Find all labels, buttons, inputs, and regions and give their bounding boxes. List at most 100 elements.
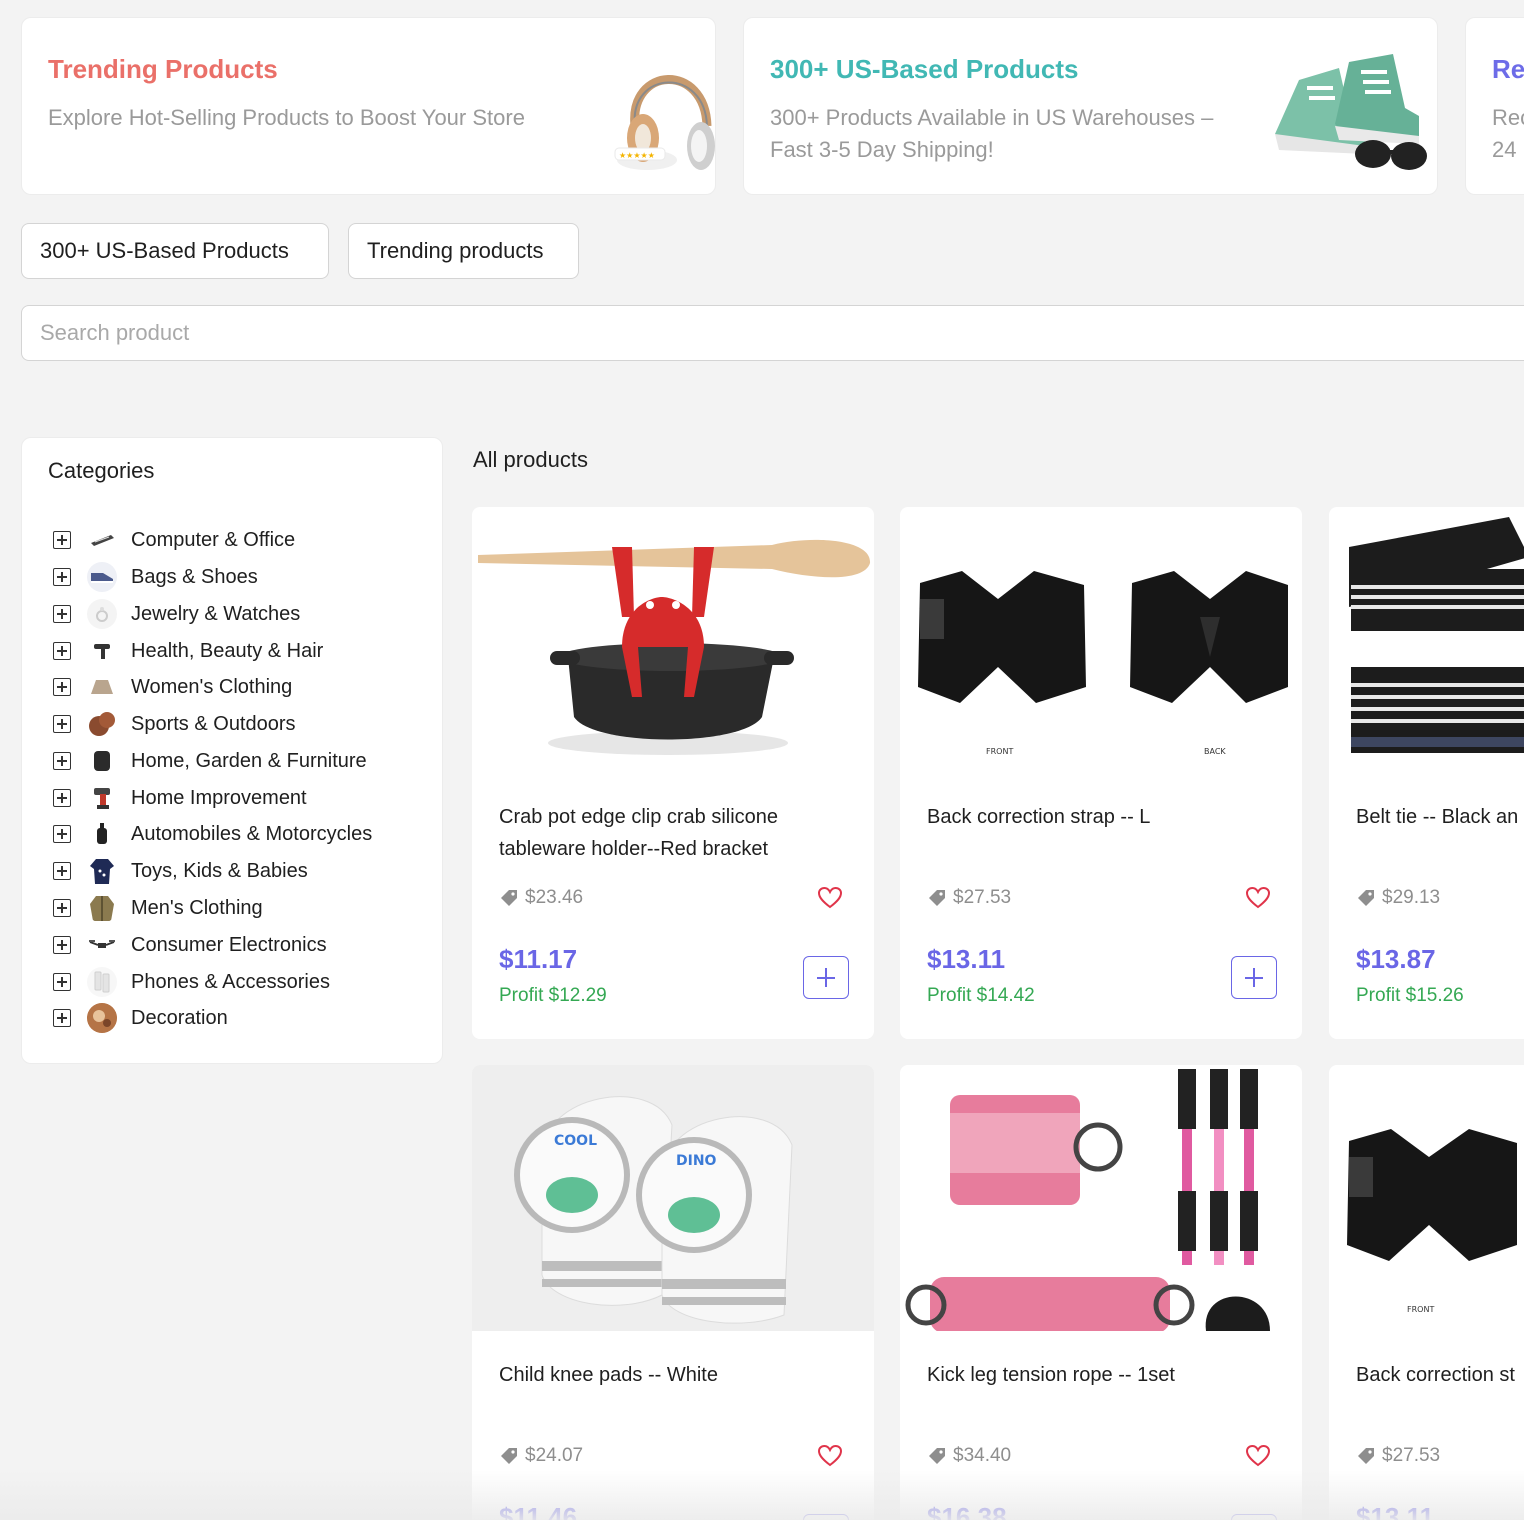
product-image[interactable] xyxy=(472,507,874,773)
product-name-line: Kick leg tension rope -- 1set xyxy=(927,1364,1175,1386)
product-image[interactable]: COOL DINO xyxy=(472,1065,874,1331)
search-input[interactable] xyxy=(21,305,1524,361)
category-jewelry-watches[interactable]: Jewelry & Watches xyxy=(53,599,423,629)
product-name-line: Back correction st xyxy=(1356,1364,1515,1386)
product-name[interactable]: Crab pot edge clip crab silicone tablewa… xyxy=(499,801,829,865)
category-label: Home Improvement xyxy=(131,786,307,809)
category-sports-outdoors[interactable]: Sports & Outdoors xyxy=(53,709,423,739)
heart-icon[interactable] xyxy=(1246,887,1270,909)
price-tag-icon xyxy=(501,890,517,906)
original-price: $27.53 xyxy=(927,887,1011,909)
heart-icon[interactable] xyxy=(818,887,842,909)
expand-icon[interactable] xyxy=(53,936,71,954)
expand-icon[interactable] xyxy=(53,752,71,770)
add-product-button[interactable] xyxy=(1231,1514,1277,1520)
category-label: Women's Clothing xyxy=(131,675,293,698)
product-name[interactable]: Back correction strap -- L xyxy=(927,801,1257,833)
expand-icon[interactable] xyxy=(53,862,71,880)
product-card[interactable]: COOL DINO Child knee pads -- White $24.0… xyxy=(472,1065,874,1520)
expand-icon[interactable] xyxy=(53,568,71,586)
banner-description-line: Rec xyxy=(1492,105,1524,130)
sale-price: $11.17 xyxy=(499,944,578,974)
sale-price: $11.46 xyxy=(499,1502,578,1520)
banner-description: 300+ Products Available in US Warehouses… xyxy=(770,105,1214,162)
product-name[interactable]: Back correction st xyxy=(1356,1359,1524,1391)
heart-icon[interactable] xyxy=(1246,1445,1270,1467)
categories-panel: Categories Computer & Office Bags & Shoe… xyxy=(21,437,443,1064)
category-phones-accessories[interactable]: Phones & Accessories xyxy=(53,967,423,997)
expand-icon[interactable] xyxy=(53,825,71,843)
banner-description: Explore Hot-Selling Products to Boost Yo… xyxy=(48,105,525,130)
filter-us-based-chip[interactable]: 300+ US-Based Products xyxy=(21,223,329,279)
expand-icon[interactable] xyxy=(53,642,71,660)
dino-label: DINO xyxy=(676,1153,717,1169)
category-label: Bags & Shoes xyxy=(131,565,258,588)
category-label: Decoration xyxy=(131,1006,228,1029)
product-name[interactable]: Belt tie -- Black an xyxy=(1356,801,1524,833)
sneakers-icon xyxy=(1275,54,1427,170)
expand-icon[interactable] xyxy=(53,678,71,696)
expand-icon[interactable] xyxy=(53,899,71,917)
price-tag-icon xyxy=(1358,890,1374,906)
price-tag-icon xyxy=(929,890,945,906)
svg-text:★★★★★: ★★★★★ xyxy=(619,151,655,160)
category-toys-kids-babies[interactable]: Toys, Kids & Babies xyxy=(53,856,423,886)
product-card[interactable]: Kick leg tension rope -- 1set $34.40 $16… xyxy=(900,1065,1302,1520)
category-computer-office[interactable]: Computer & Office xyxy=(53,525,423,555)
price-tag-icon xyxy=(1358,1448,1374,1464)
product-card[interactable]: FRONT BACK Back correction strap -- L $2… xyxy=(900,507,1302,1039)
us-based-banner[interactable]: 300+ US-Based Products 300+ Products Ava… xyxy=(743,17,1438,195)
category-bags-shoes[interactable]: Bags & Shoes xyxy=(53,562,423,592)
product-image[interactable]: FRONT xyxy=(1329,1065,1524,1331)
belt-tie-image xyxy=(1349,517,1524,753)
add-product-button[interactable] xyxy=(803,1514,849,1520)
category-label: Sports & Outdoors xyxy=(131,712,296,735)
product-name[interactable]: Kick leg tension rope -- 1set xyxy=(927,1359,1257,1391)
product-name[interactable]: Child knee pads -- White xyxy=(499,1359,829,1391)
page: Trending Products Explore Hot-Selling Pr… xyxy=(0,0,1524,1520)
add-product-button[interactable] xyxy=(1231,956,1277,999)
original-price: $34.40 xyxy=(927,1445,1011,1467)
banner-title: Re xyxy=(1492,54,1524,84)
category-label: Home, Garden & Furniture xyxy=(131,749,367,772)
category-health-beauty-hair[interactable]: Health, Beauty & Hair xyxy=(53,636,423,666)
filter-trending-chip[interactable]: Trending products xyxy=(348,223,579,279)
skirt-icon xyxy=(87,672,117,702)
back-label: BACK xyxy=(1204,747,1226,756)
expand-icon[interactable] xyxy=(53,531,71,549)
category-home-improvement[interactable]: Home Improvement xyxy=(53,783,423,813)
expand-icon[interactable] xyxy=(53,789,71,807)
category-consumer-electronics[interactable]: Consumer Electronics xyxy=(53,930,423,960)
product-name-line: Crab pot edge clip crab silicone xyxy=(499,806,779,828)
jacket-icon xyxy=(87,893,117,923)
category-womens-clothing[interactable]: Women's Clothing xyxy=(53,672,423,702)
heart-icon[interactable] xyxy=(818,1445,842,1467)
expand-icon[interactable] xyxy=(53,715,71,733)
category-mens-clothing[interactable]: Men's Clothing xyxy=(53,893,423,923)
trending-banner[interactable]: Trending Products Explore Hot-Selling Pr… xyxy=(21,17,716,195)
product-image[interactable] xyxy=(1329,507,1524,773)
front-label: FRONT xyxy=(1407,1305,1434,1314)
price-tag-icon xyxy=(929,1448,945,1464)
category-label: Jewelry & Watches xyxy=(131,602,301,625)
bottle-icon xyxy=(87,819,117,849)
category-label: Consumer Electronics xyxy=(131,933,327,956)
expand-icon[interactable] xyxy=(53,605,71,623)
product-image[interactable]: FRONT BACK xyxy=(900,507,1302,773)
category-automobiles-motorcycles[interactable]: Automobiles & Motorcycles xyxy=(53,819,423,849)
sneaker-icon xyxy=(87,562,117,592)
product-card[interactable]: Belt tie -- Black an $29.13 $13.87 Profi… xyxy=(1329,507,1524,1039)
original-price-value: $27.53 xyxy=(1382,1445,1441,1466)
category-label: Toys, Kids & Babies xyxy=(131,859,308,882)
product-card[interactable]: FRONT Back correction st $27.53 $13.11 xyxy=(1329,1065,1524,1520)
product-image[interactable] xyxy=(900,1065,1302,1331)
drone-icon xyxy=(87,930,117,960)
expand-icon[interactable] xyxy=(53,1009,71,1027)
category-home-garden-furniture[interactable]: Home, Garden & Furniture xyxy=(53,746,423,776)
third-banner[interactable]: Re Rec 24 xyxy=(1465,17,1524,195)
add-product-button[interactable] xyxy=(803,956,849,999)
expand-icon[interactable] xyxy=(53,973,71,991)
product-card[interactable]: Crab pot edge clip crab silicone tablewa… xyxy=(472,507,874,1039)
category-decoration[interactable]: Decoration xyxy=(53,1003,423,1033)
back-strap-image: FRONT BACK xyxy=(918,571,1288,756)
